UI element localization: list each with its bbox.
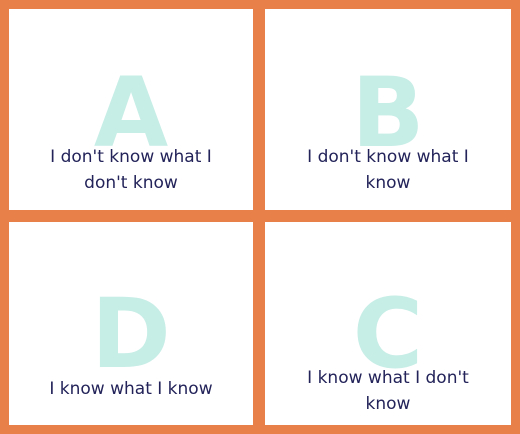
quadrant-c: C I know what I don't know bbox=[265, 222, 511, 425]
quadrant-a: A I don't know what I don't know bbox=[9, 9, 253, 210]
quadrant-d-caption-line-1: I know what I know bbox=[49, 379, 213, 399]
quadrant-c-caption: I know what I don't know bbox=[265, 365, 511, 417]
quadrant-c-caption-line-2: know bbox=[365, 394, 411, 414]
quadrant-b: B I don't know what I know bbox=[265, 9, 511, 210]
quadrant-d: D I know what I know bbox=[9, 222, 253, 425]
quadrant-b-caption: I don't know what I know bbox=[265, 144, 511, 196]
quadrant-a-caption-line-2: don't know bbox=[84, 173, 178, 193]
quadrant-c-caption-line-1: I know what I don't bbox=[307, 368, 469, 388]
quadrant-d-letter: D bbox=[91, 278, 171, 390]
quadrant-a-caption: I don't know what I don't know bbox=[9, 144, 253, 196]
quadrant-b-caption-line-1: I don't know what I bbox=[307, 147, 469, 167]
quadrant-d-caption: I know what I know bbox=[9, 376, 253, 402]
quadrant-b-caption-line-2: know bbox=[365, 173, 411, 193]
quadrant-a-caption-line-1: I don't know what I bbox=[50, 147, 212, 167]
